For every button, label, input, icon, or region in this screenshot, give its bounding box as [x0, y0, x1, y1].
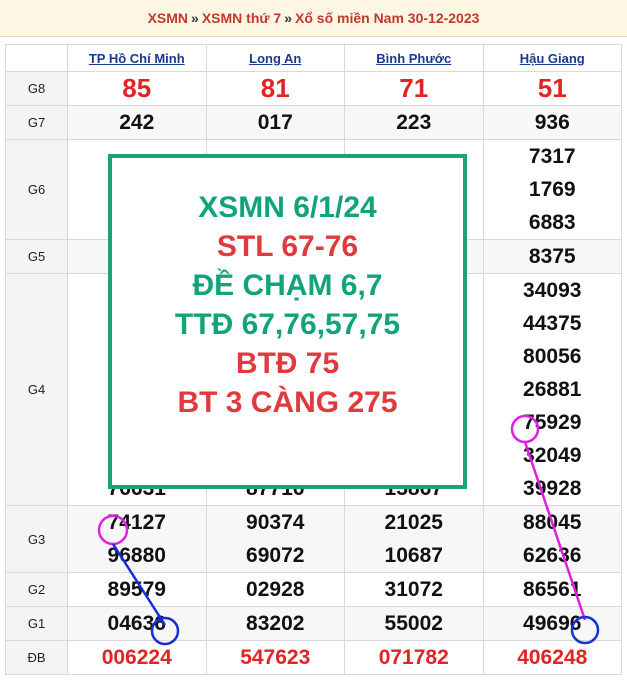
- blue-circle-mark: [570, 615, 600, 645]
- magenta-circle-mark: [510, 414, 540, 444]
- magenta-connector-line: [523, 441, 587, 621]
- blue-circle-mark: [150, 616, 180, 646]
- annotation-layer: [97, 414, 600, 646]
- magenta-circle-mark: [97, 514, 129, 546]
- blue-connector-line: [111, 543, 167, 626]
